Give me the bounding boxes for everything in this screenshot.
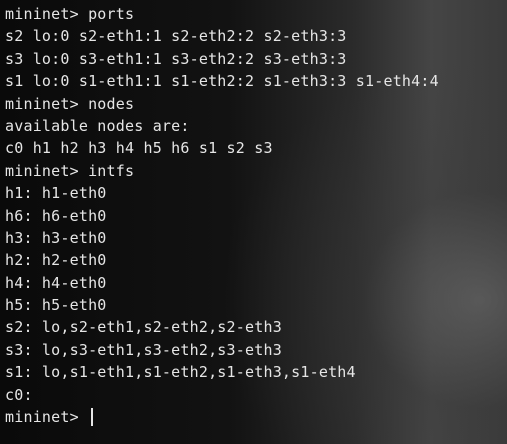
output-line: s2 lo:0 s2-eth1:1 s2-eth2:2 s2-eth3:3 [5,27,347,46]
output-line: h4: h4-eth0 [5,273,107,292]
output-line: s3 lo:0 s3-eth1:1 s3-eth2:2 s3-eth3:3 [5,49,347,68]
text-cursor [91,408,93,427]
output-line: h5: h5-eth0 [5,296,107,315]
terminal-window[interactable]: mininet> ports s2 lo:0 s2-eth1:1 s2-eth2… [0,0,507,444]
output-line: s2: lo,s2-eth1,s2-eth2,s2-eth3 [5,318,282,337]
output-line: h3: h3-eth0 [5,228,107,247]
output-line: mininet> nodes [5,94,135,113]
output-line: h2: h2-eth0 [5,251,107,270]
output-line: h6: h6-eth0 [5,206,107,225]
output-line: h1: h1-eth0 [5,184,107,203]
output-line: s3: lo,s3-eth1,s3-eth2,s3-eth3 [5,340,282,359]
prompt-line[interactable]: mininet> [5,406,507,428]
output-line: available nodes are: [5,116,190,135]
prompt-label: mininet> [5,408,89,427]
output-line: c0 h1 h2 h3 h4 h5 h6 s1 s2 s3 [5,139,273,158]
output-line: s1: lo,s1-eth1,s1-eth2,s1-eth3,s1-eth4 [5,363,356,382]
output-line: s1 lo:0 s1-eth1:1 s1-eth2:2 s1-eth3:3 s1… [5,72,439,91]
output-line: mininet> intfs [5,161,135,180]
output-line: c0: [5,385,33,404]
output-line: mininet> ports [5,5,135,23]
